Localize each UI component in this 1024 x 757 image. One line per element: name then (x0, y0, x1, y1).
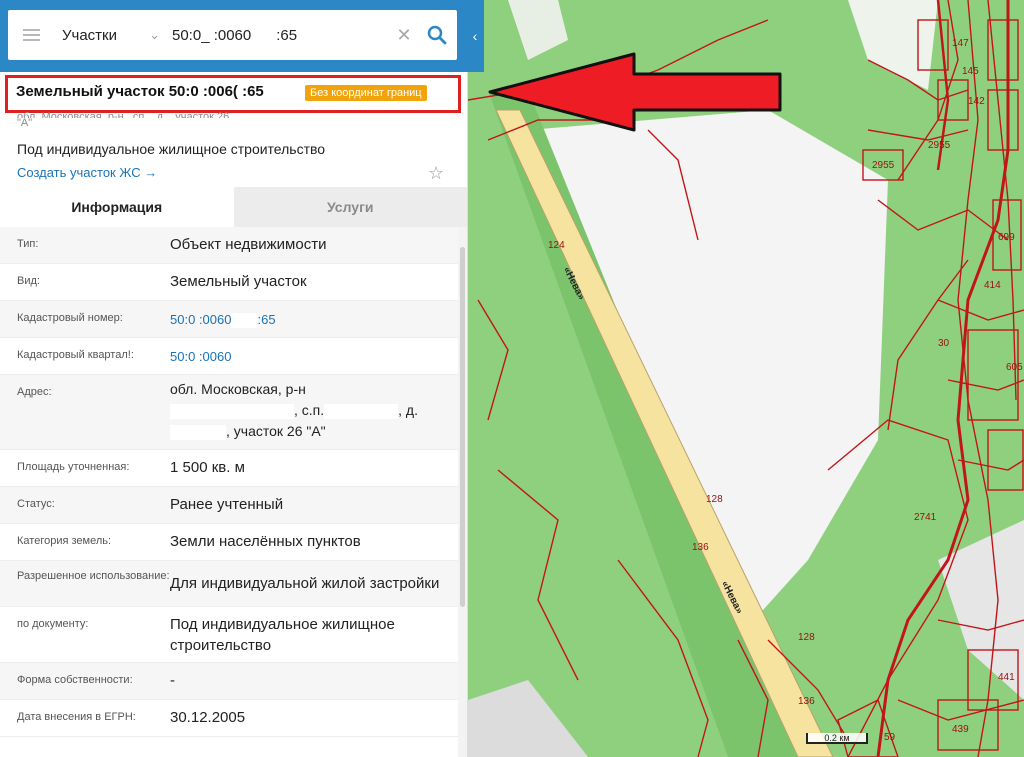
scrollbar-thumb[interactable] (460, 247, 465, 607)
map-parcel-label: 699 (998, 232, 1015, 243)
info-value: Под индивидуальное жилищное строительств… (170, 616, 395, 654)
parcel-title: Земельный участок 50:0 :006( :65 (16, 83, 264, 100)
info-row-type: Тип: Объект недвижимости (0, 227, 458, 264)
map-parcel-label: 2741 (914, 512, 937, 523)
info-value: Земельный участок (170, 273, 307, 290)
info-label: Разрешенное использование: (17, 570, 170, 582)
map-scale-bar: 0.2 км (806, 733, 868, 744)
info-label: Вид: (17, 275, 40, 287)
info-value: 30.12.2005 (170, 709, 246, 726)
info-label: Форма собственности: (17, 674, 133, 686)
map-parcel-label: 605 (1006, 362, 1023, 373)
map-parcel-label: 441 (998, 672, 1015, 683)
category-select[interactable]: Участки ⌄ (54, 10, 164, 60)
no-coordinates-badge: Без координат границ (305, 85, 427, 101)
map-parcel-label: 136 (798, 696, 815, 707)
map-parcel-label: 128 (798, 632, 815, 643)
create-parcel-link[interactable]: Создать участок ЖС → (17, 165, 157, 180)
collapse-panel-button[interactable]: ‹ (466, 0, 484, 72)
parcel-purpose: Под индивидуальное жилищное строительств… (17, 141, 326, 157)
info-row-allowed-use: Разрешенное использование: Для индивидуа… (0, 561, 458, 607)
info-label: Статус: (17, 498, 55, 510)
info-row-ownership: Форма собственности: - (0, 663, 458, 700)
map-parcel-label: 30 (938, 338, 950, 349)
search-box: Участки ⌄ ✕ (8, 10, 457, 60)
info-panel: Земельный участок 50:0 :006( :65 Без коо… (0, 72, 467, 757)
map-parcel-label: 128 (706, 494, 723, 505)
info-label: Кадастровый номер: (17, 312, 123, 324)
info-value: 1 500 кв. м (170, 459, 245, 476)
info-value: - (170, 672, 175, 689)
tab-services[interactable]: Услуги (233, 187, 467, 227)
info-row-cadastral-quarter: Кадастровый квартал!: 50:0 :0060 (0, 338, 458, 375)
panel-tabs: Информация Услуги (0, 187, 467, 227)
info-value: Объект недвижимости (170, 236, 327, 253)
info-row-by-document: по документу: Под индивидуальное жилищно… (0, 607, 458, 663)
map-parcel-label: 136 (692, 542, 709, 553)
search-header: Участки ⌄ ✕ (0, 0, 484, 72)
info-label: Тип: (17, 238, 39, 250)
info-row-address: Адрес: обл. Московская, р-н , с.п., д. ,… (0, 375, 458, 450)
hamburger-menu-icon[interactable] (8, 10, 54, 60)
info-row-land-category: Категория земель: Земли населённых пункт… (0, 524, 458, 561)
map-parcel-label: 2955 (872, 160, 895, 171)
info-row-status: Статус: Ранее учтенный (0, 487, 458, 524)
info-table: Тип: Объект недвижимости Вид: Земельный … (0, 227, 458, 737)
map-parcel-label: 124 (548, 240, 565, 251)
info-value: Земли населённых пунктов (170, 533, 361, 550)
info-value: Ранее учтенный (170, 496, 284, 513)
chevron-left-icon: ‹ (472, 28, 478, 44)
info-label: Адрес: (17, 386, 52, 398)
info-label: Кадастровый квартал!: (17, 349, 134, 361)
search-icon[interactable] (417, 10, 457, 60)
address-preview: обл. Московская, р-н , сп. , д. , участо… (17, 112, 447, 129)
cadastral-number-link[interactable]: 50:0 :0060:65 (170, 301, 458, 337)
info-label: Дата внесения в ЕГРН: (17, 711, 136, 723)
info-row-kind: Вид: Земельный участок (0, 264, 458, 301)
map-parcel-label: 142 (968, 96, 985, 107)
info-row-cadastral-number: Кадастровый номер: 50:0 :0060:65 (0, 301, 458, 338)
info-value: Для индивидуальной жилой застройки (170, 575, 440, 592)
map-parcel-label: 147 (952, 38, 969, 49)
map-parcel-label: 439 (952, 724, 969, 735)
map-parcel-label: 145 (962, 66, 979, 77)
info-label: по документу: (17, 618, 89, 630)
star-icon[interactable]: ☆ (428, 163, 444, 184)
info-label: Категория земель: (17, 535, 112, 547)
cadastral-quarter-link[interactable]: 50:0 :0060 (170, 338, 458, 374)
annotation-arrow-icon (488, 52, 782, 132)
map-parcel-label: 59 (884, 732, 896, 743)
info-row-egrn-date: Дата внесения в ЕГРН: 30.12.2005 (0, 700, 458, 737)
tab-information[interactable]: Информация (0, 187, 234, 227)
map-parcel-label: 414 (984, 280, 1001, 291)
category-select-value: Участки (62, 26, 117, 44)
parcel-title-highlight: Земельный участок 50:0 :006( :65 Без коо… (5, 75, 461, 113)
map-parcel-label: 2955 (928, 140, 951, 151)
info-row-area: Площадь уточненная: 1 500 кв. м (0, 450, 458, 487)
chevron-down-icon: ⌄ (149, 27, 160, 42)
info-label: Площадь уточненная: (17, 461, 130, 473)
clear-icon[interactable]: ✕ (391, 25, 417, 46)
address-preview-line: "А" (17, 118, 33, 129)
info-value-address: обл. Московская, р-н , с.п., д. , участо… (170, 381, 418, 440)
search-input[interactable] (164, 15, 391, 55)
